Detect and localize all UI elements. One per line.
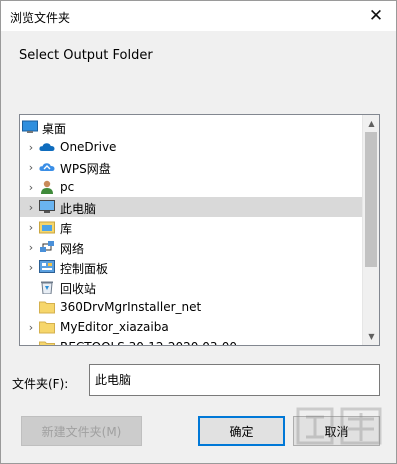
tree-item-label: 此电脑 — [60, 202, 97, 216]
scroll-down-arrow-icon[interactable]: ▼ — [363, 328, 379, 345]
tree-item[interactable]: 回收站 — [20, 277, 363, 297]
chevron-right-icon[interactable]: › — [25, 217, 37, 237]
scrollbar-thumb[interactable] — [365, 132, 377, 267]
user-icon — [39, 180, 55, 194]
vertical-scrollbar[interactable]: ▲ ▼ — [362, 115, 379, 345]
chevron-right-icon[interactable]: › — [25, 177, 37, 197]
tree-item[interactable]: › OneDrive — [20, 137, 363, 157]
desktop-icon — [22, 120, 38, 134]
control-panel-icon — [39, 260, 55, 274]
folder-icon — [39, 300, 55, 314]
chevron-right-icon[interactable]: › — [25, 257, 37, 277]
dialog-description: Select Output Folder — [19, 48, 153, 63]
folder-icon — [39, 320, 55, 334]
folder-tree[interactable]: 桌面 › OneDrive › WPS网盘 › pc › 此电脑 › 库 › 网络 › 控制面板 回收站 360… — [19, 114, 380, 346]
scroll-up-arrow-icon[interactable]: ▲ — [363, 115, 379, 132]
onedrive-cloud-icon — [39, 140, 55, 154]
tree-item[interactable]: › pc — [20, 177, 363, 197]
tree-item-label: 桌面 — [42, 122, 67, 136]
recycle-bin-icon — [39, 280, 55, 294]
tree-item-label: WPS网盘 — [60, 162, 111, 176]
wps-cloud-icon — [39, 160, 55, 174]
tree-item-label: 网络 — [60, 242, 85, 256]
tree-item[interactable]: › 控制面板 — [20, 257, 363, 277]
chevron-right-icon[interactable]: › — [25, 317, 37, 337]
library-icon — [39, 220, 55, 234]
tree-item-label: OneDrive — [60, 140, 117, 154]
tree-item-label: 库 — [60, 222, 73, 236]
tree-item[interactable]: › MyEditor_xiazaiba — [20, 317, 363, 337]
ok-button[interactable]: 确定 — [198, 416, 285, 446]
tree-item-label: 回收站 — [60, 282, 97, 296]
title-bar: 浏览文件夹 ✕ — [1, 1, 396, 31]
tree-item[interactable]: › 库 — [20, 217, 363, 237]
tree-item[interactable]: 360DrvMgrInstaller_net — [20, 297, 363, 317]
tree-item-label: pc — [60, 180, 75, 194]
tree-item-label: 控制面板 — [60, 262, 109, 276]
chevron-right-icon[interactable]: › — [25, 157, 37, 177]
tree-item-label: 360DrvMgrInstaller_net — [60, 300, 202, 314]
folder-field-label: 文件夹(F): — [12, 377, 69, 391]
window-title: 浏览文件夹 — [10, 11, 71, 25]
chevron-right-icon[interactable]: › — [25, 337, 37, 346]
chevron-right-icon[interactable]: › — [25, 197, 37, 217]
tree-item-label: MyEditor_xiazaiba — [60, 320, 169, 334]
tree-item[interactable]: › WPS网盘 — [20, 157, 363, 177]
tree-item[interactable]: › 此电脑 — [20, 197, 363, 217]
tree-item[interactable]: › 网络 — [20, 237, 363, 257]
tree-item[interactable]: 桌面 — [20, 117, 363, 137]
this-pc-icon — [39, 200, 55, 214]
new-folder-button[interactable]: 新建文件夹(M) — [21, 416, 142, 446]
chevron-right-icon[interactable]: › — [25, 137, 37, 157]
site-watermark-icon — [296, 407, 382, 445]
close-button[interactable]: ✕ — [356, 1, 396, 31]
browse-folder-dialog: 浏览文件夹 ✕ Select Output Folder 桌面 › OneDrive… — [0, 0, 397, 464]
network-icon — [39, 240, 55, 254]
folder-input[interactable]: 此电脑 — [89, 364, 380, 396]
close-icon: ✕ — [368, 6, 384, 26]
folder-icon — [39, 340, 55, 345]
tree-item[interactable]: › RECTOOLS 30-12-2020 03-00 — [20, 337, 363, 346]
tree-item-label: RECTOOLS 30-12-2020 03-00 — [60, 340, 237, 345]
chevron-right-icon[interactable]: › — [25, 237, 37, 257]
